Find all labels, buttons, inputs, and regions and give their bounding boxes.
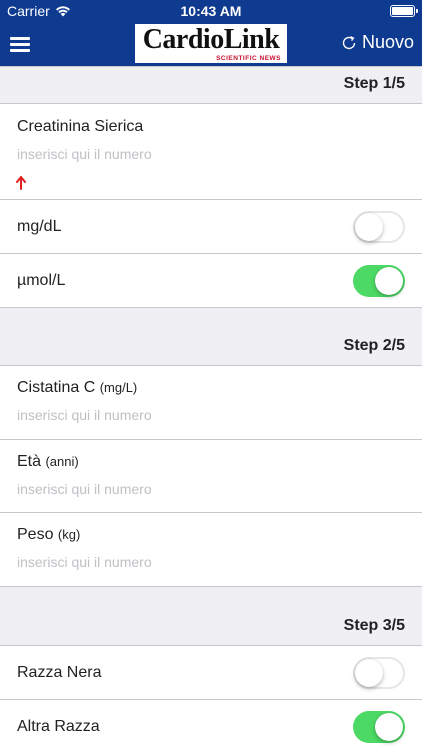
step-3-label: Step 3/5	[343, 617, 405, 634]
weight-input[interactable]	[17, 554, 397, 570]
unit-umol-label: µmol/L	[17, 271, 66, 289]
weight-label: Peso (kg)	[17, 526, 80, 544]
step-1-label: Step 1/5	[343, 75, 405, 92]
new-button[interactable]: Nuovo	[341, 32, 414, 53]
cystatin-label-text: Cistatina C	[17, 379, 96, 396]
creatinine-field: Creatinina Sierica	[0, 104, 422, 200]
unit-umol-toggle[interactable]	[353, 264, 405, 297]
unit-mgdl-toggle[interactable]	[353, 210, 405, 243]
step-2-header: Step 2/5	[0, 308, 422, 366]
hamburger-menu-icon[interactable]	[8, 31, 34, 57]
refresh-icon	[342, 35, 356, 49]
cardiolink-logo: CardioLink SCIENTIFIC NEWS	[135, 24, 287, 63]
creatinine-input[interactable]	[17, 146, 397, 162]
cystatin-input[interactable]	[17, 407, 397, 423]
age-label-text: Età	[17, 453, 42, 470]
cystatin-field: Cistatina C (mg/L)	[0, 366, 422, 440]
red-up-arrow-icon	[16, 176, 26, 190]
unit-mgdl-row: mg/dL	[0, 200, 422, 254]
cystatin-unit: (mg/L)	[99, 380, 138, 395]
status-time: 10:43 AM	[180, 3, 242, 19]
black-race-row: Razza Nera	[0, 646, 422, 700]
step-2-label: Step 2/5	[343, 337, 405, 354]
navigation-bar: CardioLink SCIENTIFIC NEWS Nuovo	[0, 22, 422, 66]
age-input[interactable]	[17, 481, 397, 497]
logo-subtitle: SCIENTIFIC NEWS	[216, 55, 281, 62]
status-bar: Carrier 10:43 AM	[0, 0, 422, 22]
other-race-toggle[interactable]	[353, 710, 405, 743]
new-button-label: Nuovo	[361, 32, 414, 52]
age-unit: (anni)	[45, 454, 79, 469]
creatinine-label: Creatinina Sierica	[17, 118, 143, 136]
black-race-label: Razza Nera	[17, 663, 102, 681]
creatinine-label-text: Creatinina Sierica	[17, 118, 144, 135]
unit-mgdl-label: mg/dL	[17, 217, 62, 235]
weight-field: Peso (kg)	[0, 513, 422, 587]
step-3-header: Step 3/5	[0, 587, 422, 646]
age-label: Età (anni)	[17, 453, 79, 471]
black-race-toggle[interactable]	[353, 656, 405, 689]
weight-label-text: Peso	[17, 526, 54, 543]
logo-text: CardioLink	[142, 24, 280, 55]
step-1-header: Step 1/5	[0, 66, 422, 104]
cystatin-label: Cistatina C (mg/L)	[17, 379, 137, 397]
top-bar: Carrier 10:43 AM CardioLink SCIENTIFIC N…	[0, 0, 422, 66]
other-race-row: Altra Razza	[0, 700, 422, 750]
battery-icon	[390, 5, 418, 17]
unit-umol-row: µmol/L	[0, 254, 422, 308]
weight-unit: (kg)	[57, 527, 81, 542]
other-race-label: Altra Razza	[17, 717, 100, 735]
age-field: Età (anni)	[0, 440, 422, 513]
